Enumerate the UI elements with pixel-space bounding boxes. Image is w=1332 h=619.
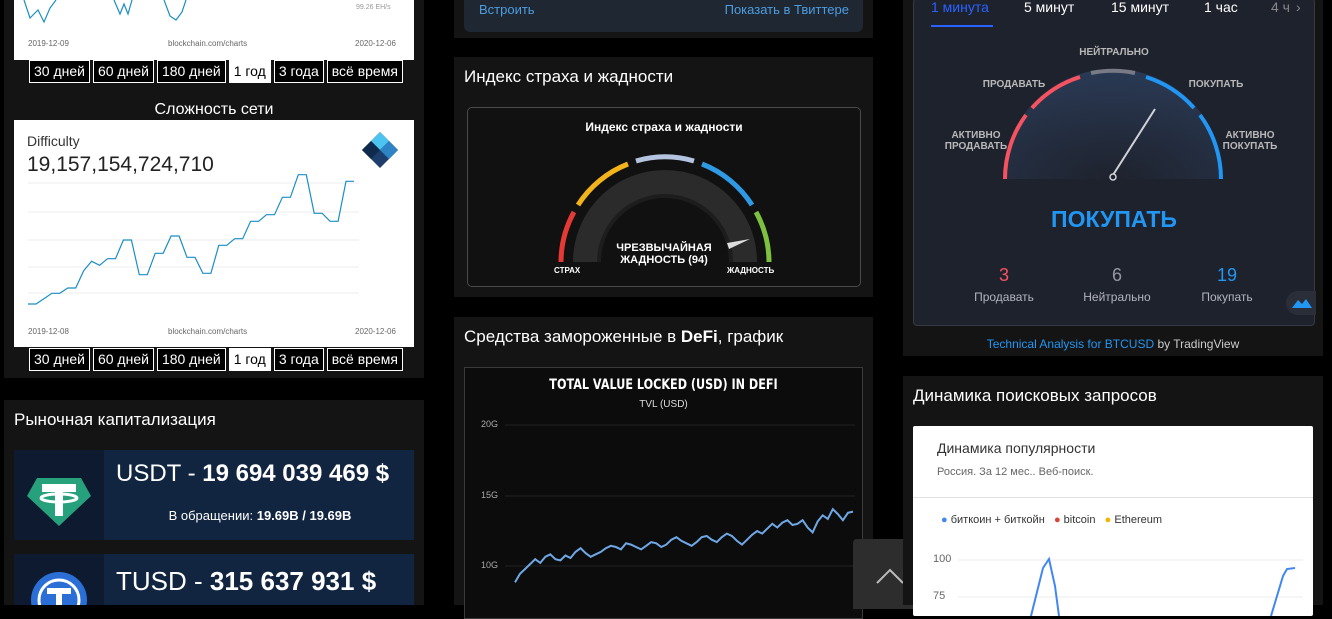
tv-label-neutral: НЕЙТРАЛЬНО bbox=[1079, 47, 1149, 58]
timeframe-30d[interactable]: 30 дней bbox=[29, 60, 90, 83]
market-cap-title: Рыночная капитализация bbox=[14, 410, 216, 429]
difficulty-timeframes: 30 дней 60 дней 180 дней 1 год 3 года вс… bbox=[29, 348, 403, 371]
tv-signal: ПОКУПАТЬ bbox=[1051, 206, 1177, 232]
hashrate-timeframes: 30 дней 60 дней 180 дней 1 год 3 года вс… bbox=[29, 60, 403, 83]
tv-label-buy: ПОКУПАТЬ bbox=[1188, 79, 1244, 90]
difficulty-source: blockchain.com/charts bbox=[168, 327, 248, 336]
fear-greed-state-line1: ЧРЕЗВЫЧАЙНАЯ bbox=[616, 242, 712, 254]
difficulty-plot bbox=[28, 174, 359, 305]
defi-title-suffix: , график bbox=[717, 327, 784, 346]
defi-plot bbox=[505, 424, 855, 583]
coin-card-usdt[interactable]: USDT - 19 694 039 469 $ В обращении: 19.… bbox=[14, 450, 414, 540]
tweet-embed-link[interactable]: Встроить bbox=[479, 2, 535, 17]
coin-market-cap: 19 694 039 469 $ bbox=[202, 460, 390, 487]
coin-circulation-label: В обращении: bbox=[168, 508, 254, 523]
defi-chart: TOTAL VALUE LOCKED (USD) IN DEFI TVL (US… bbox=[464, 367, 863, 619]
tv-label-strong-buy-2: ПОКУПАТЬ bbox=[1222, 141, 1278, 152]
timeframe-180d[interactable]: 180 дней bbox=[156, 60, 226, 83]
timeframe-3y[interactable]: 3 года bbox=[273, 60, 324, 83]
coin-ticker: USDT bbox=[116, 460, 181, 487]
timeframe-all[interactable]: всё время bbox=[326, 348, 403, 371]
timeframe-180d[interactable]: 180 дней bbox=[156, 348, 226, 371]
defi-series-line bbox=[514, 507, 854, 583]
tv-label-strong-buy-1: АКТИВНО bbox=[1225, 130, 1275, 141]
trends-panel: Динамика поисковых запросов Динамика поп… bbox=[903, 376, 1323, 616]
fear-greed-widget: Индекс страха и жадности ЧРЕЗВЫЧАЙНАЯ ЖА… bbox=[467, 107, 861, 287]
tweet-box: Встроить Показать в Твиттере bbox=[464, 0, 863, 32]
timeframe-1y[interactable]: 1 год bbox=[228, 348, 271, 371]
fear-greed-title: Индекс страха и жадности bbox=[464, 67, 674, 86]
difficulty-date-end: 2020-12-06 bbox=[355, 327, 396, 336]
greed-label: ЖАДНОСТЬ bbox=[727, 266, 775, 275]
tusd-logo-icon bbox=[14, 554, 104, 605]
fear-greed-panel: Индекс страха и жадности Индекс страха и… bbox=[454, 57, 873, 297]
tv-footer-link[interactable]: Technical Analysis for BTCUSD bbox=[987, 337, 1154, 351]
tv-label-strong-sell-2: ПРОДАВАТЬ bbox=[944, 141, 1008, 152]
tv-count-neutral-label: Нейтрально bbox=[1083, 290, 1151, 304]
left-chart-panel: 99.26 EH/s 2019-12-09 blockchain.com/cha… bbox=[4, 0, 424, 378]
coin-circulation-value: 19.69B / 19.69B bbox=[256, 508, 352, 523]
trends-plot bbox=[958, 556, 1303, 616]
market-cap-panel: Рыночная капитализация USDT - 19 694 039… bbox=[4, 400, 424, 605]
timeframe-30d[interactable]: 30 дней bbox=[29, 348, 90, 371]
tv-widget: 1 минута 5 минут 15 минут 1 час 4 ч › НЕ… bbox=[913, 0, 1316, 326]
tweet-panel: Встроить Показать в Твиттере bbox=[454, 0, 873, 38]
defi-title-prefix: Средства замороженные в bbox=[464, 327, 681, 346]
timeframe-60d[interactable]: 60 дней bbox=[92, 348, 154, 371]
timeframe-1y[interactable]: 1 год bbox=[228, 60, 271, 83]
trends-title: Динамика поисковых запросов bbox=[913, 386, 1157, 405]
timeframe-60d[interactable]: 60 дней bbox=[92, 60, 154, 83]
hashrate-value: 99.26 EH/s bbox=[356, 4, 391, 11]
fear-greed-state-line2: ЖАДНОСТЬ (94) bbox=[620, 254, 708, 266]
tv-count-sell-value: 3 bbox=[998, 265, 1009, 285]
hashrate-source: blockchain.com/charts bbox=[168, 39, 248, 48]
difficulty-series-line bbox=[28, 174, 354, 305]
coin-separator: - bbox=[186, 566, 210, 596]
fear-label: СТРАХ bbox=[554, 266, 581, 275]
tv-count-neutral: 6 Нейтрально bbox=[1067, 265, 1167, 304]
difficulty-section-title: Сложность сети bbox=[154, 101, 274, 118]
tv-count-buy-label: Покупать bbox=[1201, 290, 1253, 304]
tv-logo-icon[interactable] bbox=[1286, 291, 1316, 315]
tv-footer-by: by TradingView bbox=[1154, 337, 1240, 351]
tv-footer: Technical Analysis for BTCUSD by Trading… bbox=[903, 337, 1323, 351]
timeframe-all[interactable]: всё время bbox=[326, 60, 403, 83]
coin-market-cap: 315 637 931 $ bbox=[209, 566, 377, 596]
tv-gauge bbox=[1003, 68, 1223, 181]
defi-title-bold: DeFi bbox=[680, 327, 718, 346]
coin-separator: - bbox=[180, 460, 203, 487]
tv-label-strong-sell-1: АКТИВНО bbox=[951, 130, 1001, 141]
tv-count-sell-label: Продавать bbox=[974, 290, 1034, 304]
timeframe-3y[interactable]: 3 года bbox=[273, 348, 324, 371]
tv-count-buy: 19 Покупать bbox=[1177, 265, 1277, 304]
defi-panel: Средства замороженные в DeFi, график TOT… bbox=[454, 317, 927, 619]
hashrate-chart: 99.26 EH/s 2019-12-09 blockchain.com/cha… bbox=[14, 0, 414, 60]
tv-count-neutral-value: 6 bbox=[1111, 265, 1122, 285]
defi-title: Средства замороженные в DeFi, график bbox=[464, 327, 783, 347]
usdt-logo-icon bbox=[14, 450, 104, 540]
tweet-show-link[interactable]: Показать в Твиттере bbox=[725, 2, 849, 17]
tv-count-buy-value: 19 bbox=[1216, 265, 1238, 285]
tv-count-sell: 3 Продавать bbox=[954, 265, 1054, 304]
difficulty-chart: Difficulty 19,157,154,724,710 2019-12-08… bbox=[14, 120, 414, 347]
coin-ticker: TUSD bbox=[116, 566, 187, 596]
hashrate-date-end: 2020-12-06 bbox=[355, 39, 396, 48]
hashrate-line bbox=[23, 0, 187, 24]
trends-card: Динамика популярности Россия. За 12 мес.… bbox=[913, 426, 1313, 616]
tradingview-panel: 1 минута 5 минут 15 минут 1 час 4 ч › НЕ… bbox=[903, 0, 1323, 356]
tv-label-sell: ПРОДАВАТЬ bbox=[982, 79, 1046, 90]
difficulty-date-start: 2019-12-08 bbox=[28, 327, 69, 336]
hashrate-date-start: 2019-12-09 bbox=[28, 39, 69, 48]
coin-card-tusd[interactable]: TUSD - 315 637 931 $ bbox=[14, 554, 414, 605]
